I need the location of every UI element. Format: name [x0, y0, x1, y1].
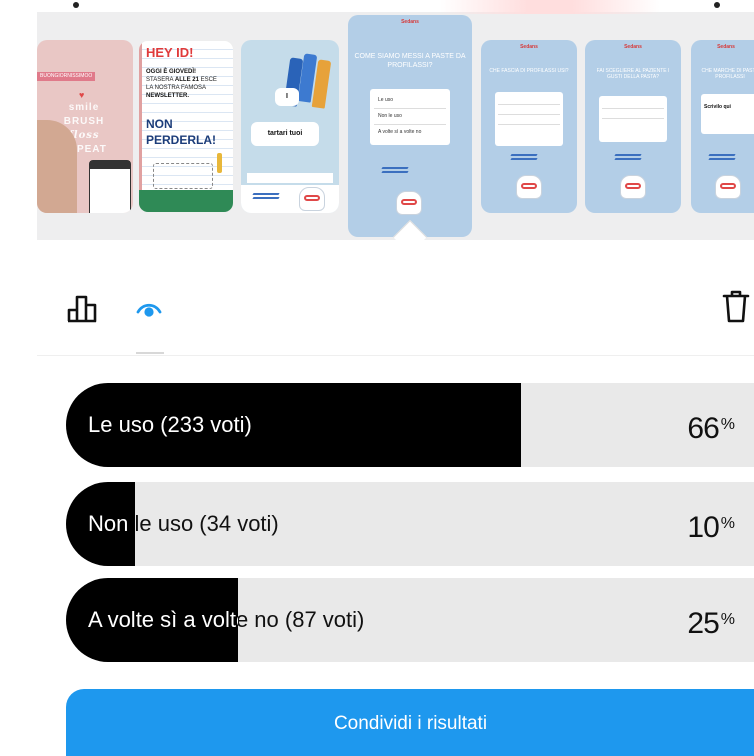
tooth-mascot-icon [715, 175, 741, 199]
tooth-mascot-icon [396, 191, 422, 215]
poll-result-bar: Non le uso (34 voti) Non le uso (34 voti… [66, 482, 754, 566]
crayon-image [217, 153, 222, 173]
story-heading: HEY ID! [146, 45, 194, 60]
poll-option-preview: A volte sì a volte no [378, 129, 422, 135]
active-tab-indicator [136, 352, 164, 354]
story-tag: BUONGIORNISSIMOO [37, 72, 96, 81]
story-text-line: STASERA [146, 77, 175, 84]
heart-icon: ♥ [79, 90, 85, 100]
poll-result-percent: 25% [687, 578, 735, 662]
story-big-text: NON PERDERLA! [146, 117, 216, 148]
story-thumbnail-3[interactable]: I tartari tuoi [241, 40, 339, 213]
percent-value: 10 [687, 511, 719, 544]
percent-sign: % [720, 416, 735, 433]
poll-result-label-overlay: Non le uso (34 voti) [66, 482, 135, 566]
poll-sticker-preview [599, 96, 667, 142]
story-text-line: ESCE [198, 77, 217, 84]
poll-option-preview [602, 109, 664, 119]
story-text-line: NEWSLETTER. [146, 93, 189, 100]
globe-dental-logo [381, 167, 409, 177]
story-caption [247, 173, 333, 183]
percent-value: 66 [687, 412, 719, 445]
strip-bottom [37, 240, 754, 272]
story-text-bold: ALLE 21 [174, 77, 199, 84]
story-question: FAI SCEGLIERE AL PAZIENTE I GUSTI DELLA … [596, 68, 670, 81]
poll-sticker-preview: Le uso Non le uso A volte sì a volte no [370, 89, 450, 145]
hand-image [37, 120, 77, 213]
story-big-line: PERDERLA! [146, 132, 217, 147]
phone-image [89, 160, 131, 213]
poll-result-bar: Le uso (233 voti) Le uso (233 voti) 66% [66, 383, 754, 467]
story-thumbnail-selected[interactable]: Sedans COME SIAMO MESSI A PASTE DA PROFI… [348, 15, 472, 237]
poll-option-preview: Non le uso [374, 109, 446, 125]
story-footer [241, 185, 339, 213]
divider [37, 355, 754, 356]
globe-dental-logo [708, 154, 736, 164]
percent-value: 25 [687, 607, 719, 640]
tooth-mascot-icon [299, 187, 325, 211]
story-text-line: OGGI È GIOVEDÌ! [146, 69, 197, 75]
status-dot [714, 2, 720, 8]
status-dot [73, 2, 79, 8]
poll-result-percent: 66% [687, 383, 735, 467]
poll-option-preview [602, 119, 664, 129]
story-question: CHE MARCHE DI PASTA PROFILASSI [701, 68, 754, 81]
eye-icon[interactable] [136, 301, 162, 319]
globe-dental-logo [614, 154, 642, 164]
speech-bubble: tartari tuoi [251, 122, 319, 146]
story-question: CHE FASCIA DI PROFILASSI USI? [489, 68, 569, 74]
story-word: smile [68, 102, 100, 113]
story-brand: Sedans [624, 44, 642, 50]
poll-option-preview [498, 115, 560, 125]
story-thumbnail-2[interactable]: HEY ID! OGGI È GIOVEDÌ! STASERA ALLE 21 … [138, 40, 234, 213]
poll-option-preview [498, 125, 560, 135]
story-big-line: NON [146, 117, 173, 131]
poll-sticker-preview [495, 92, 563, 146]
tooth-mascot-icon [620, 175, 646, 199]
highlight-glow [440, 0, 660, 14]
poll-option-preview [602, 99, 664, 109]
bar-chart-icon[interactable] [66, 292, 98, 324]
notebook-margin [139, 41, 142, 212]
question-sticker-preview: Scrivilo qui [701, 94, 754, 134]
story-question: COME SIAMO MESSI A PASTE DA PROFILASSI? [354, 53, 466, 69]
poll-result-label: Le uso (233 voti) [88, 412, 252, 437]
poll-result-percent: 10% [687, 482, 735, 566]
poll-result-label-overlay: A volte sì a volte no (87 voti) [66, 578, 238, 662]
story-thumbnail-1[interactable]: BUONGIORNISSIMOO ♥ smile BRUSH floss REP… [37, 40, 133, 213]
trash-icon[interactable] [722, 290, 750, 324]
story-thumbnail-5[interactable]: Sedans CHE FASCIA DI PROFILASSI USI? [481, 40, 577, 213]
poll-option-preview [498, 95, 560, 105]
poll-option-preview [498, 105, 560, 115]
story-footer [139, 190, 233, 212]
poll-result-bar: A volte sì a volte no (87 voti) A volte … [66, 578, 754, 662]
poll-option-preview: Le uso [374, 93, 446, 109]
poll-result-label: A volte sì a volte no (87 voti) [88, 607, 238, 632]
speech-bubble: I [275, 88, 299, 106]
story-brand: Sedans [717, 44, 735, 50]
emoji-slider-sticker [153, 163, 213, 189]
story-thumbnail-6[interactable]: Sedans FAI SCEGLIERE AL PAZIENTE I GUSTI… [585, 40, 681, 213]
story-brand: Sedans [520, 44, 538, 50]
globe-dental-logo [510, 154, 538, 164]
poll-result-label-overlay: Le uso (233 voti) [66, 383, 521, 467]
poll-result-label: Non le uso (34 voti) [88, 511, 135, 536]
story-text-line: LA NOSTRA FAMOSA [146, 85, 207, 92]
percent-sign: % [720, 611, 735, 628]
story-text: OGGI È GIOVEDÌ! STASERA ALLE 21 ESCE LA … [146, 68, 232, 100]
story-brand: Sedans [401, 19, 419, 25]
share-results-button[interactable]: Condividi i risultati [66, 689, 754, 756]
tooth-mascot-icon [516, 175, 542, 199]
story-thumbnail-7[interactable]: Sedans CHE MARCHE DI PASTA PROFILASSI Sc… [691, 40, 754, 213]
percent-sign: % [720, 515, 735, 532]
globe-dental-logo [252, 193, 280, 203]
